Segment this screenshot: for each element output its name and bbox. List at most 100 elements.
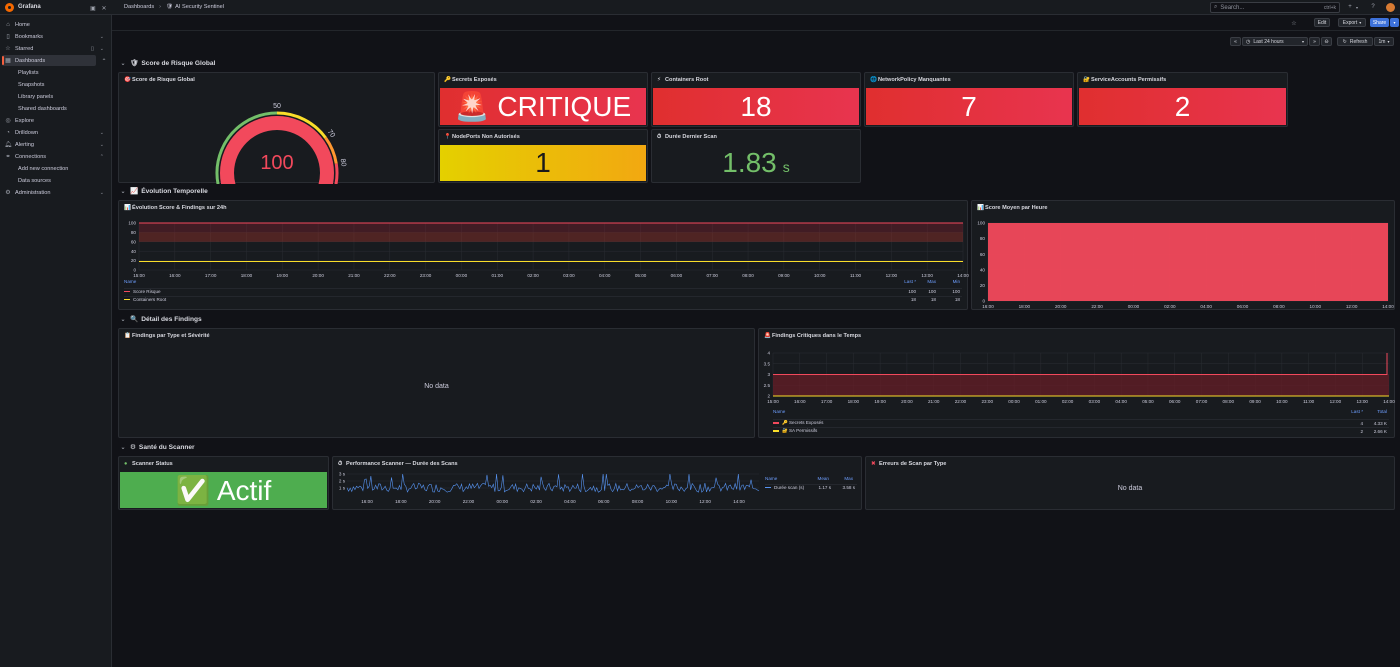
sidebar-item-starred[interactable]: ☆ Starred ▯ ⌄ — [2, 43, 108, 54]
y-tick-label: 1 s — [339, 486, 346, 491]
sidebar-item-explore[interactable]: ◎ Explore — [2, 115, 108, 126]
panel-findings-critical[interactable]: 🚨Findings Critiques dans le Temps 2 2.5 3 3… — [758, 328, 1395, 438]
panel-scanner-status[interactable]: ● Scanner Status ✅ Actif — [118, 456, 329, 510]
key-icon: 🔑 — [444, 77, 451, 83]
x-tick-label: 10:00 — [1310, 304, 1322, 309]
avatar[interactable] — [1386, 3, 1395, 12]
row-header-evolution[interactable]: ⌄ 📈 Évolution Temporelle — [120, 187, 207, 196]
sidebar-item-drilldown[interactable]: ◔ Drilldown ⌄ — [2, 127, 108, 138]
x-tick-label: 14:00 — [1383, 399, 1395, 404]
legend-row[interactable]: Containers Root 18 18 18 — [124, 296, 962, 302]
panel-stat-secrets[interactable]: 🔑Secrets Exposés 🚨 CRITIQUE — [438, 72, 648, 127]
edit-button[interactable]: Edit — [1314, 18, 1330, 27]
chevron-up-icon[interactable]: ⌃ — [100, 57, 108, 65]
zoom-out-button[interactable]: ⊖ — [1321, 37, 1332, 46]
row-header-scanner-health[interactable]: ⌄ ⚙ Santé du Scanner — [120, 443, 194, 452]
legend-col-mean[interactable]: Mean — [818, 476, 830, 481]
refresh-interval-select[interactable]: 1m ▾ — [1374, 37, 1394, 46]
panel-scan-errors[interactable]: ✖ Erreurs de Scan par Type No data — [865, 456, 1395, 510]
panel-findings-type[interactable]: 📋Findings par Type et Sévérité No data — [118, 328, 755, 438]
sidebar-item-dashboards[interactable]: ▦ Dashboards — [2, 55, 96, 66]
sidebar-item-connections[interactable]: ⚭ Connections ⌃ — [2, 151, 108, 162]
x-tick-label: 20:00 — [1055, 304, 1067, 309]
chevron-down-icon[interactable]: ▾ — [1353, 3, 1361, 11]
legend-col-last[interactable]: Last * — [904, 279, 916, 284]
close-icon[interactable]: ✕ — [100, 4, 108, 12]
sidebar-item-label: Starred — [15, 45, 34, 52]
time-range-picker[interactable]: ◷ Last 24 hours ▾ — [1242, 37, 1308, 46]
legend-col-min[interactable]: Min — [953, 279, 960, 284]
legend-col-total[interactable]: Total — [1377, 409, 1387, 414]
export-button[interactable]: Export ▾ — [1338, 18, 1366, 27]
legend-col-name[interactable]: Name — [773, 409, 785, 414]
stat-value: 🚨 CRITIQUE — [440, 88, 646, 125]
export-label: Export — [1342, 19, 1358, 26]
sidebar-item-bookmarks[interactable]: ▯ Bookmarks ⌄ — [2, 31, 108, 42]
gauge-tick-label: 50 — [273, 103, 281, 110]
sidebar-subitem-playlists[interactable]: Playlists — [18, 70, 39, 76]
chevron-down-icon: ⌄ — [120, 444, 126, 451]
x-tick-label: 17:00 — [205, 273, 217, 278]
x-tick-label: 16:00 — [169, 273, 181, 278]
legend-col-max[interactable]: Max — [927, 279, 936, 284]
refresh-button[interactable]: ↻ Refresh — [1337, 37, 1373, 46]
panel-stat-scan-duration[interactable]: ⏱ Durée Dernier Scan 1.83 s — [651, 129, 861, 183]
drilldown-icon: ◔ — [6, 129, 10, 136]
panel-stat-nodeports[interactable]: 📍NodePorts Non Autorisés 1 — [438, 129, 648, 183]
sidebar-subitem-snapshots[interactable]: Snapshots — [18, 82, 44, 88]
legend-row[interactable]: Durée scan (s) 1.17 s 3.58 s — [765, 484, 857, 490]
panel-stat-networkpolicy[interactable]: 🌐NetworkPolicy Manquantes 7 — [864, 72, 1074, 127]
timer-icon: ⏱ — [338, 461, 343, 467]
legend-col-name[interactable]: Name — [124, 279, 136, 284]
panel-timeseries-evolution[interactable]: 📊Évolution Score & Findings sur 24h 0 20 4… — [118, 200, 969, 310]
panel-stat-containers-root[interactable]: ⚡ Containers Root 18 — [651, 72, 861, 127]
time-shift-back-button[interactable]: « — [1230, 37, 1241, 46]
panel-scanner-performance[interactable]: ⏱ Performance Scanner — Durée des Scans 1… — [332, 456, 862, 510]
x-tick-label: 15:00 — [133, 273, 145, 278]
dock-menu-icon[interactable]: ▣ — [89, 4, 97, 12]
chevron-down-icon: ⌄ — [99, 45, 104, 52]
row-header-risk-score[interactable]: ⌄ 🛡 Score de Risque Global — [120, 59, 215, 68]
panel-score-per-hour[interactable]: 📊Score Moyen par Heure 0 20 40 60 80 100 16:00… — [971, 200, 1395, 310]
x-tick-label: 01:00 — [492, 273, 504, 278]
row-header-findings[interactable]: ⌄ 🔍 Détail des Findings — [120, 315, 201, 324]
shield-icon: 🛡 — [166, 4, 174, 10]
legend-row[interactable]: 🔑 Secrets Exposés 4 4.33 K — [773, 419, 1389, 426]
panel-title: ⏱ Durée Dernier Scan — [657, 134, 717, 141]
sidebar-subitem-data-sources[interactable]: Data sources — [18, 178, 51, 184]
sidebar-subitem-shared-dashboards[interactable]: Shared dashboards — [18, 106, 67, 112]
breadcrumb-dashboards[interactable]: Dashboards — [124, 4, 154, 10]
help-icon[interactable]: ? — [1369, 3, 1377, 11]
y-tick-label: 2 — [767, 394, 770, 399]
y-tick-label: 40 — [131, 249, 137, 254]
panel-gauge-risk-score[interactable]: 🎯Score de Risque Global 0507080100100 — [118, 72, 435, 184]
y-tick-label: 60 — [980, 252, 986, 257]
grafana-logo-icon[interactable] — [5, 2, 14, 12]
refresh-label: Refresh — [1349, 38, 1368, 45]
panel-stat-serviceaccounts[interactable]: 🔐ServiceAccounts Permissifs 2 — [1077, 72, 1288, 127]
share-dropdown-button[interactable]: ▾ — [1390, 18, 1399, 27]
x-tick-label: 05:00 — [635, 273, 647, 278]
sidebar-item-administration[interactable]: ⚙ Administration ⌄ — [2, 187, 108, 198]
y-tick-label: 40 — [980, 267, 986, 272]
legend-col-name[interactable]: Name — [765, 476, 777, 481]
star-icon[interactable]: ☆ — [1290, 19, 1298, 27]
legend-col-max[interactable]: Max — [844, 476, 853, 481]
x-tick-label: 19:00 — [277, 273, 289, 278]
time-shift-forward-button[interactable]: » — [1309, 37, 1320, 46]
home-icon: ⌂ — [6, 21, 10, 28]
legend-row[interactable]: 🔐 SA Permissifs 2 2.66 K — [773, 427, 1389, 434]
sidebar-subitem-library-panels[interactable]: Library panels — [18, 94, 53, 100]
legend-col-last[interactable]: Last * — [1351, 409, 1363, 414]
scanner-performance-chart: 1 s 2 s 3 s 16:00 18:00 20:00 22:00 00:00 02:00 0… — [339, 472, 760, 504]
legend-swatch — [124, 298, 130, 301]
legend-row[interactable]: Score Risque 100 100 100 — [124, 288, 962, 294]
breadcrumb: Dashboards › 🛡 AI Security Sentinel — [124, 4, 224, 10]
sidebar-subitem-add-connection[interactable]: Add new connection — [18, 166, 68, 172]
x-tick-label: 18:00 — [241, 273, 253, 278]
sidebar-item-alerting[interactable]: 🔔︎ Alerting ⌄ — [2, 139, 108, 150]
legend-min: 18 — [954, 297, 960, 302]
sidebar-item-home[interactable]: ⌂ Home — [2, 19, 108, 30]
share-button[interactable]: Share — [1370, 18, 1389, 27]
search-input[interactable]: ⌕ Search... ctrl+k — [1210, 2, 1340, 13]
